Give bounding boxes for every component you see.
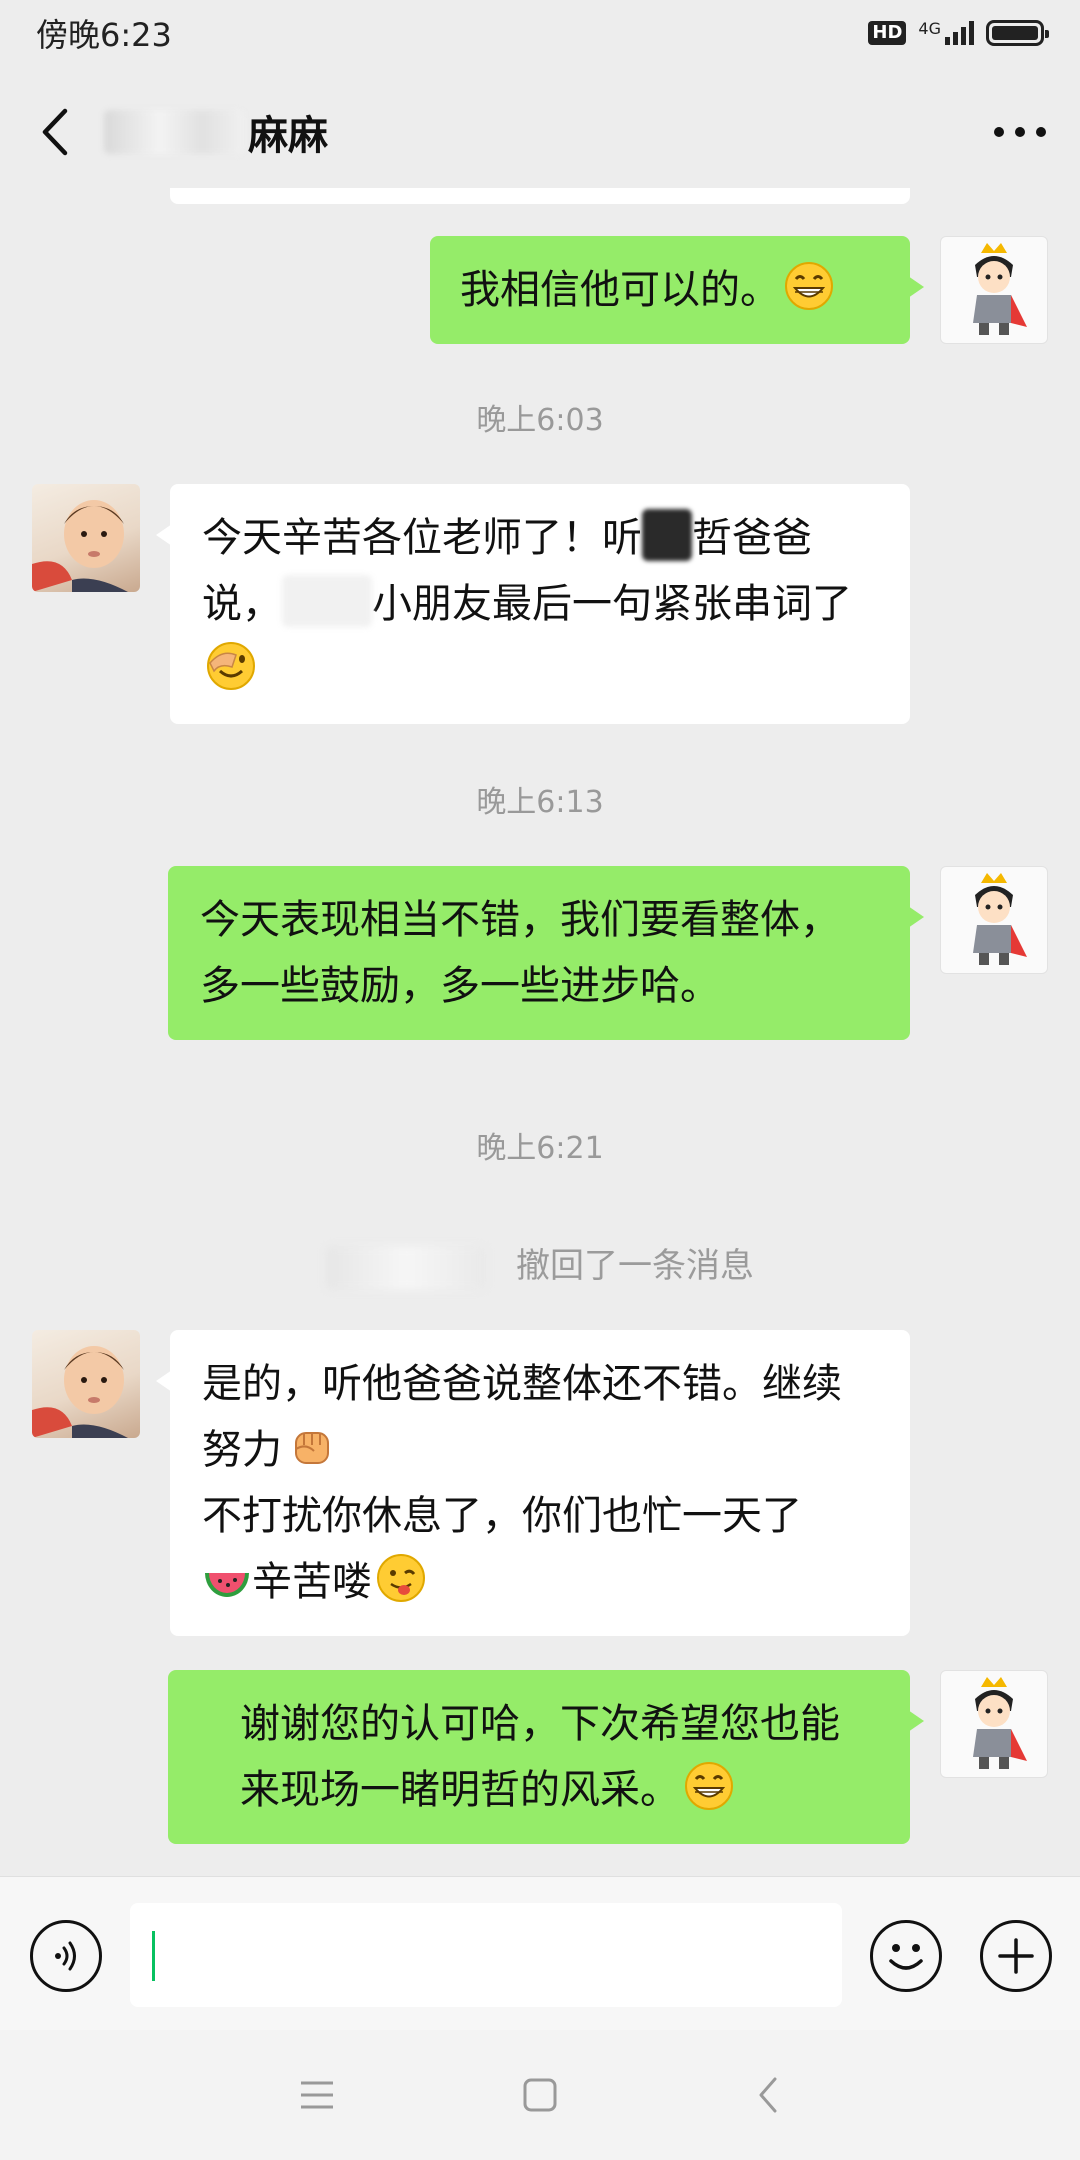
network-type: 4G: [918, 19, 941, 38]
status-icons: HD 4G: [868, 20, 1049, 46]
chevron-left-icon: [42, 108, 68, 156]
battery-fill: [992, 26, 1038, 40]
status-time: 傍晚6:23: [36, 16, 172, 54]
message-input[interactable]: [130, 1903, 842, 2007]
recall-text: 撤回了一条消息: [516, 1246, 754, 1286]
back-button[interactable]: [14, 90, 94, 174]
grin-emoji: [685, 1762, 733, 1810]
nav-menu-button[interactable]: [282, 2060, 352, 2130]
chat-header: 麻麻: [0, 90, 1080, 174]
message-text: 小朋友最后一句紧张串词了: [372, 581, 852, 627]
recall-notice: 撤回了一条消息: [0, 1238, 1080, 1290]
cartoon-prince-icon: [973, 243, 1027, 335]
back-icon: [759, 2077, 777, 2113]
more-button[interactable]: [970, 90, 1070, 174]
chat-input-bar: [0, 1876, 1080, 2031]
timestamp: 晚上6:13: [476, 785, 604, 820]
message-bubble-outgoing[interactable]: 今天表现相当不错，我们要看整体，多一些鼓励，多一些进步哈。: [168, 866, 924, 1040]
nav-back-button[interactable]: [733, 2060, 803, 2130]
timestamp: 晚上6:03: [476, 403, 604, 438]
my-avatar[interactable]: [940, 866, 1048, 974]
message-bubble-incoming[interactable]: 今天辛苦各位老师了！听 哲爸爸说， 小朋友最后一句紧张串词了: [156, 484, 910, 724]
message-text: 今天辛苦各位老师了！听: [202, 515, 642, 561]
contact-avatar[interactable]: [32, 1330, 140, 1438]
message-text: 谢谢您的认可哈，下次希望您也能来现场一睹明哲的风采。: [240, 1701, 840, 1813]
text-caret: [152, 1931, 155, 1981]
message-text: 今天表现相当不错，我们要看整体，多一些鼓励，多一些进步哈。: [200, 897, 840, 1009]
cartoon-prince-icon: [973, 873, 1027, 965]
message-bubble-outgoing[interactable]: 我相信他可以的。: [430, 236, 924, 344]
chat-title: 麻麻: [248, 113, 328, 159]
plus-icon: [998, 1938, 1034, 1974]
menu-icon: [301, 2081, 333, 2109]
message-text: 我相信他可以的。: [460, 267, 780, 313]
home-icon: [523, 2078, 557, 2112]
more-functions-button[interactable]: [980, 1920, 1052, 1992]
timestamp: 晚上6:21: [476, 1131, 604, 1166]
message-text: 辛苦喽: [252, 1559, 372, 1605]
fist-emoji: [295, 1432, 329, 1464]
network-indicator: 4G: [918, 21, 974, 45]
contact-avatar[interactable]: [32, 484, 140, 592]
battery-icon: [986, 20, 1049, 46]
child-photo: [32, 1346, 128, 1438]
signal-icon: [945, 21, 974, 45]
facepalm-emoji: [207, 642, 255, 690]
chat-title-area: 麻麻: [104, 103, 970, 161]
voice-icon: [55, 1941, 76, 1971]
nav-home-button[interactable]: [505, 2060, 575, 2130]
smile-icon: [889, 1944, 923, 1970]
my-avatar[interactable]: [940, 1670, 1048, 1778]
hd-badge: HD: [868, 21, 907, 45]
cartoon-prince-icon: [973, 1677, 1027, 1769]
message-text: 不打扰你休息了，你们也忙一天了: [202, 1493, 802, 1539]
redacted-name: [104, 110, 244, 154]
grin-emoji: [785, 262, 833, 310]
redacted-name: [642, 509, 692, 561]
message-bubble-incoming[interactable]: 是的，听他爸爸说整体还不错。继续努力 不打扰你休息了，你们也忙一天了 辛苦喽: [156, 1330, 910, 1636]
previous-message-fragment: [170, 188, 910, 204]
system-nav-bar: [0, 2030, 1080, 2160]
redacted-name: [282, 575, 372, 627]
wink-tongue-emoji: [377, 1554, 425, 1602]
status-bar: 傍晚6:23 HD 4G: [0, 0, 1080, 66]
emoji-button[interactable]: [870, 1920, 942, 1992]
more-dots-icon: [994, 127, 1046, 137]
watermelon-emoji: [205, 1573, 249, 1597]
child-photo: [32, 500, 128, 592]
message-bubble-outgoing[interactable]: 谢谢您的认可哈，下次希望您也能来现场一睹明哲的风采。: [168, 1670, 924, 1844]
voice-button[interactable]: [30, 1920, 102, 1992]
redacted-name: [326, 1245, 486, 1290]
my-avatar[interactable]: [940, 236, 1048, 344]
chat-screen: 傍晚6:23 HD 4G 麻麻 我相信他可以的。 晚上6:03 今天辛苦各位老师…: [0, 0, 1080, 2160]
